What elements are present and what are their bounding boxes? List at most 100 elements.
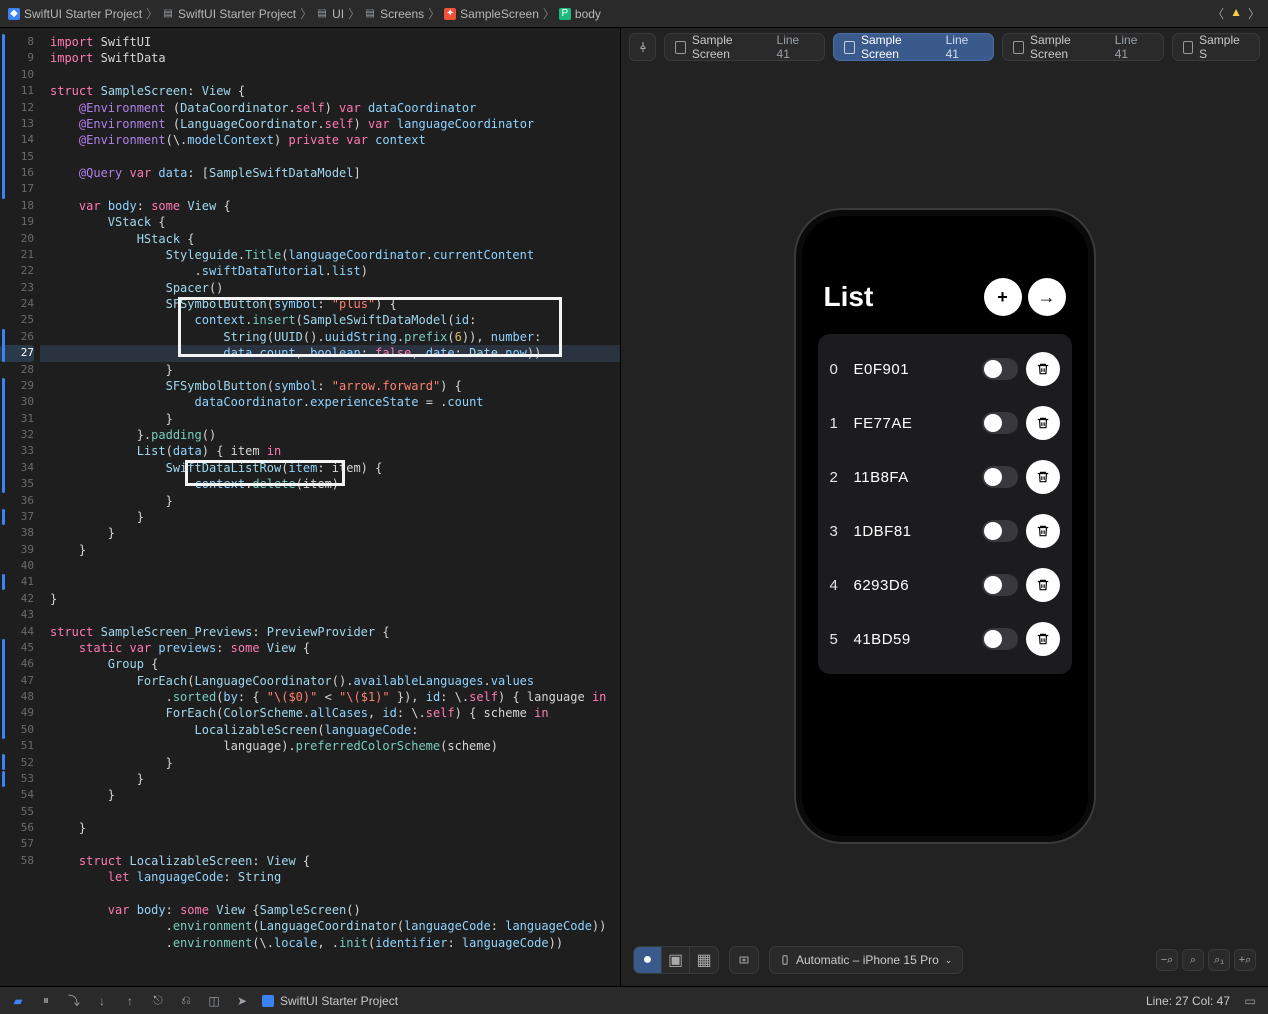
row-index: 3: [830, 523, 846, 540]
preview-tab[interactable]: Sample ScreenLine 41: [1002, 33, 1163, 61]
preview-tab[interactable]: Sample ScreenLine 41: [664, 33, 825, 61]
source-editor[interactable]: 8910111213141516171819202122232425262728…: [0, 28, 620, 986]
row-delete-button[interactable]: [1026, 622, 1060, 656]
row-index: 2: [830, 469, 846, 486]
row-id: 1DBF81: [854, 523, 982, 540]
row-id: 41BD59: [854, 631, 982, 648]
tab-line-number: Line 41: [777, 33, 815, 61]
row-id: E0F901: [854, 361, 982, 378]
tab-device-icon: [675, 41, 686, 54]
row-toggle[interactable]: [982, 574, 1018, 596]
row-id: FE77AE: [854, 415, 982, 432]
live-mode-button[interactable]: ●: [634, 947, 662, 973]
row-toggle[interactable]: [982, 412, 1018, 434]
list-row: 3 1DBF81: [818, 504, 1072, 558]
preview-tab[interactable]: Sample S: [1172, 33, 1260, 61]
breadcrumb-item[interactable]: ▤SwiftUI Starter Project: [162, 7, 296, 21]
row-toggle[interactable]: [982, 628, 1018, 650]
hierarchy-icon[interactable]: ◫: [206, 994, 222, 1008]
project-name: SwiftUI Starter Project: [280, 994, 398, 1008]
add-button[interactable]: +: [984, 278, 1022, 316]
step-over-icon[interactable]: ⤵: [66, 992, 82, 1009]
canvas-mode-segment[interactable]: ● ▣ ▦: [633, 946, 719, 974]
breadcrumb-item[interactable]: ◆SwiftUI Starter Project: [8, 7, 142, 21]
activity-indicator-icon[interactable]: ▰: [10, 994, 26, 1008]
forward-button[interactable]: →: [1028, 278, 1066, 316]
memory-icon[interactable]: ⎌: [178, 993, 194, 1008]
row-id: 11B8FA: [854, 469, 982, 486]
row-index: 1: [830, 415, 846, 432]
phone-icon: [780, 953, 790, 967]
row-index: 0: [830, 361, 846, 378]
list-row: 5 41BD59: [818, 612, 1072, 666]
nav-forward-icon[interactable]: 〉: [1248, 5, 1260, 22]
phone-device-frame: List + → 0 E0F901 1 FE77AE 2 11B8FA 3 1DBF81 4 62…: [794, 208, 1096, 844]
location-icon[interactable]: ➤: [234, 994, 250, 1008]
tab-line-number: Line 41: [946, 33, 984, 61]
breadcrumb-item[interactable]: ✦SampleScreen: [444, 7, 539, 21]
project-target[interactable]: SwiftUI Starter Project: [262, 994, 398, 1008]
list-row: 4 6293D6: [818, 558, 1072, 612]
panel-toggle-icon[interactable]: ▭: [1242, 994, 1258, 1008]
selectable-mode-button[interactable]: ▣: [662, 947, 690, 973]
warning-icon[interactable]: ▲: [1230, 5, 1242, 22]
preview-pane: Sample ScreenLine 41Sample ScreenLine 41…: [620, 28, 1268, 986]
row-delete-button[interactable]: [1026, 568, 1060, 602]
nav-back-icon[interactable]: 〈: [1212, 5, 1224, 22]
preview-tab[interactable]: Sample ScreenLine 41: [833, 33, 994, 61]
zoom-actual-button[interactable]: ⌕₁: [1208, 949, 1230, 971]
row-toggle[interactable]: [982, 358, 1018, 380]
status-bar: ▰ ⏸ ⤵ ↓ ↑ ⎋ ⎌ ◫ ➤ SwiftUI Starter Projec…: [0, 986, 1268, 1014]
tab-device-icon: [1183, 41, 1194, 54]
zoom-controls: −⌕ ⌕ ⌕₁ +⌕: [1156, 949, 1256, 971]
project-icon: [262, 995, 274, 1007]
list-row: 0 E0F901: [818, 342, 1072, 396]
breadcrumb-bar: ◆SwiftUI Starter Project 〉 ▤SwiftUI Start…: [0, 0, 1268, 28]
row-delete-button[interactable]: [1026, 514, 1060, 548]
line-gutter: 8910111213141516171819202122232425262728…: [0, 28, 40, 986]
device-label: Automatic – iPhone 15 Pro: [796, 953, 939, 967]
row-index: 5: [830, 631, 846, 648]
main-split: 8910111213141516171819202122232425262728…: [0, 28, 1268, 986]
tab-label: Sample Screen: [1030, 33, 1109, 61]
chevron-down-icon: ⌄: [945, 955, 953, 966]
device-settings-icon: [730, 947, 758, 973]
breadcrumb-item[interactable]: ▤Screens: [364, 7, 424, 21]
tab-label: Sample Screen: [692, 33, 771, 61]
preview-tab-bar: Sample ScreenLine 41Sample ScreenLine 41…: [621, 28, 1268, 66]
zoom-in-button[interactable]: +⌕: [1234, 949, 1256, 971]
tab-device-icon: [1013, 41, 1024, 54]
row-delete-button[interactable]: [1026, 460, 1060, 494]
row-index: 4: [830, 577, 846, 594]
zoom-fit-button[interactable]: ⌕: [1182, 949, 1204, 971]
pause-icon[interactable]: ⏸: [38, 993, 54, 1008]
app-header: List + →: [806, 278, 1084, 316]
pin-button[interactable]: [629, 33, 656, 61]
tab-line-number: Line 41: [1115, 33, 1153, 61]
list-row: 2 11B8FA: [818, 450, 1072, 504]
tab-device-icon: [844, 41, 855, 54]
code-area[interactable]: import SwiftUIimport SwiftDatastruct Sam…: [40, 28, 620, 986]
app-title: List: [824, 281, 978, 313]
row-toggle[interactable]: [982, 466, 1018, 488]
row-id: 6293D6: [854, 577, 982, 594]
step-out-icon[interactable]: ↑: [122, 994, 138, 1008]
row-delete-button[interactable]: [1026, 352, 1060, 386]
breadcrumb-item[interactable]: ▤UI: [316, 7, 344, 21]
tab-label: Sample S: [1199, 33, 1249, 61]
list-row: 1 FE77AE: [818, 396, 1072, 450]
variants-mode-button[interactable]: ▦: [690, 947, 718, 973]
zoom-out-button[interactable]: −⌕: [1156, 949, 1178, 971]
device-selector[interactable]: Automatic – iPhone 15 Pro ⌄: [769, 946, 963, 974]
device-settings-button[interactable]: [729, 946, 759, 974]
row-toggle[interactable]: [982, 520, 1018, 542]
tab-label: Sample Screen: [861, 33, 940, 61]
preview-canvas: List + → 0 E0F901 1 FE77AE 2 11B8FA 3 1DBF81 4 62…: [621, 66, 1268, 986]
row-delete-button[interactable]: [1026, 406, 1060, 440]
step-in-icon[interactable]: ↓: [94, 994, 110, 1008]
preview-controls: ● ▣ ▦ Automatic – iPhone 15 Pro ⌄ −⌕ ⌕ ⌕…: [633, 946, 1256, 974]
list-card: 0 E0F901 1 FE77AE 2 11B8FA 3 1DBF81 4 6293D6 5 41BD…: [818, 334, 1072, 674]
cursor-position: Line: 27 Col: 47: [1146, 994, 1230, 1008]
breadcrumb-item[interactable]: Pbody: [559, 7, 601, 21]
debug-view-icon[interactable]: ⎋: [150, 993, 166, 1008]
